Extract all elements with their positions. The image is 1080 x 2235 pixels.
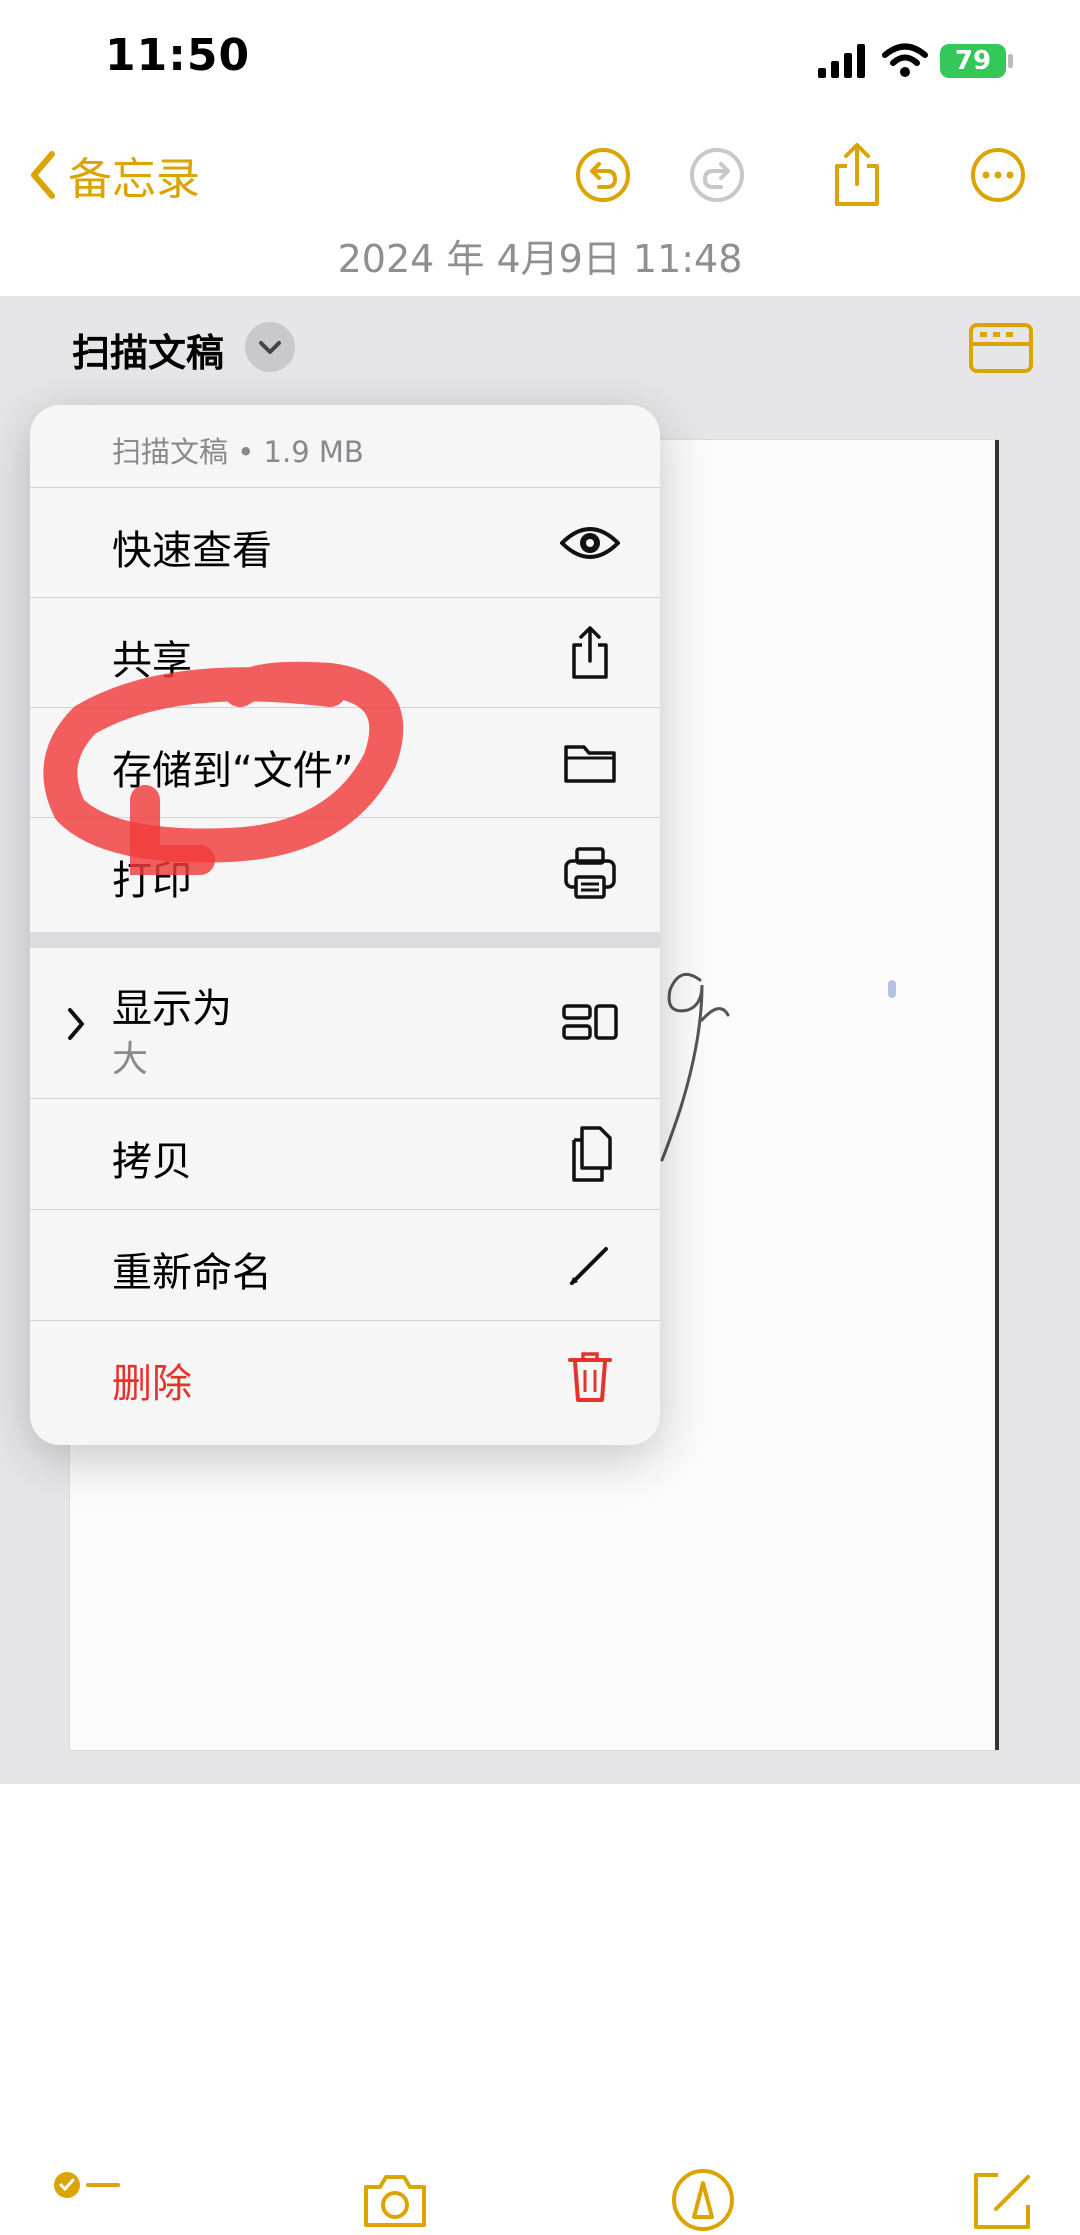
compose-icon[interactable] <box>968 2165 1038 2235</box>
menu-item-label: 显示为 <box>112 986 232 1032</box>
battery-tip <box>1008 54 1013 68</box>
menu-item-rename[interactable]: 重新命名 <box>30 1209 660 1321</box>
menu-item-display-as[interactable]: 显示为 大 <box>30 948 660 1098</box>
battery-indicator: 79 <box>940 44 1006 78</box>
chevron-left-icon <box>31 151 55 199</box>
cellular-signal-icon <box>818 44 865 78</box>
wifi-icon <box>882 43 928 77</box>
menu-item-label: 重新命名 <box>112 1250 272 1296</box>
status-time: 11:50 <box>105 30 251 81</box>
chevron-down-icon <box>259 341 281 354</box>
back-label: 备忘录 <box>68 154 200 205</box>
camera-icon[interactable] <box>360 2165 430 2235</box>
redo-icon[interactable] <box>687 145 747 205</box>
pencil-icon <box>570 1247 608 1285</box>
attachment-title: 扫描文稿 <box>72 331 225 375</box>
more-options-icon[interactable] <box>968 145 1028 205</box>
undo-icon[interactable] <box>573 145 633 205</box>
attachment-menu-button[interactable] <box>245 322 295 372</box>
chevron-right-icon <box>68 1008 84 1040</box>
menu-item-label: 拷贝 <box>112 1139 192 1185</box>
menu-item-print[interactable]: 打印 <box>30 817 660 933</box>
copy-icon <box>572 1126 612 1182</box>
note-date: 2024 年 4月9日 11:48 <box>337 237 743 281</box>
eye-icon <box>560 527 620 559</box>
folder-icon <box>564 745 616 783</box>
attachment-context-menu: 扫描文稿 • 1.9 MB 快速查看 共享 存储到“文件” 打印 显示为 大 拷… <box>30 405 660 1445</box>
menu-item-quick-look[interactable]: 快速查看 <box>30 487 660 598</box>
share-icon <box>572 626 608 679</box>
menu-item-label: 共享 <box>112 638 192 684</box>
menu-header-label: 扫描文稿 • 1.9 MB <box>112 435 364 469</box>
ink-spot <box>888 980 896 998</box>
menu-item-label: 打印 <box>112 858 192 904</box>
display-layout-icon <box>562 1004 618 1040</box>
menu-item-save-to-files[interactable]: 存储到“文件” <box>30 707 660 818</box>
back-button[interactable]: 备忘录 <box>28 145 200 205</box>
menu-item-label: 存储到“文件” <box>112 748 354 794</box>
share-icon[interactable] <box>827 140 887 210</box>
menu-item-copy[interactable]: 拷贝 <box>30 1098 660 1210</box>
markup-icon[interactable] <box>668 2165 738 2235</box>
menu-item-sublabel: 大 <box>112 1039 149 1080</box>
menu-item-label: 快速查看 <box>112 528 272 574</box>
printer-icon <box>564 847 616 899</box>
menu-item-delete[interactable]: 删除 <box>30 1320 660 1445</box>
menu-item-share[interactable]: 共享 <box>30 597 660 708</box>
menu-section-separator <box>30 932 660 948</box>
trash-icon <box>568 1352 612 1402</box>
document-edge <box>995 440 999 1750</box>
menu-header: 扫描文稿 • 1.9 MB <box>30 405 660 487</box>
checklist-icon[interactable] <box>52 2165 122 2205</box>
menu-item-label: 删除 <box>112 1361 192 1407</box>
gallery-view-icon[interactable] <box>968 322 1034 374</box>
